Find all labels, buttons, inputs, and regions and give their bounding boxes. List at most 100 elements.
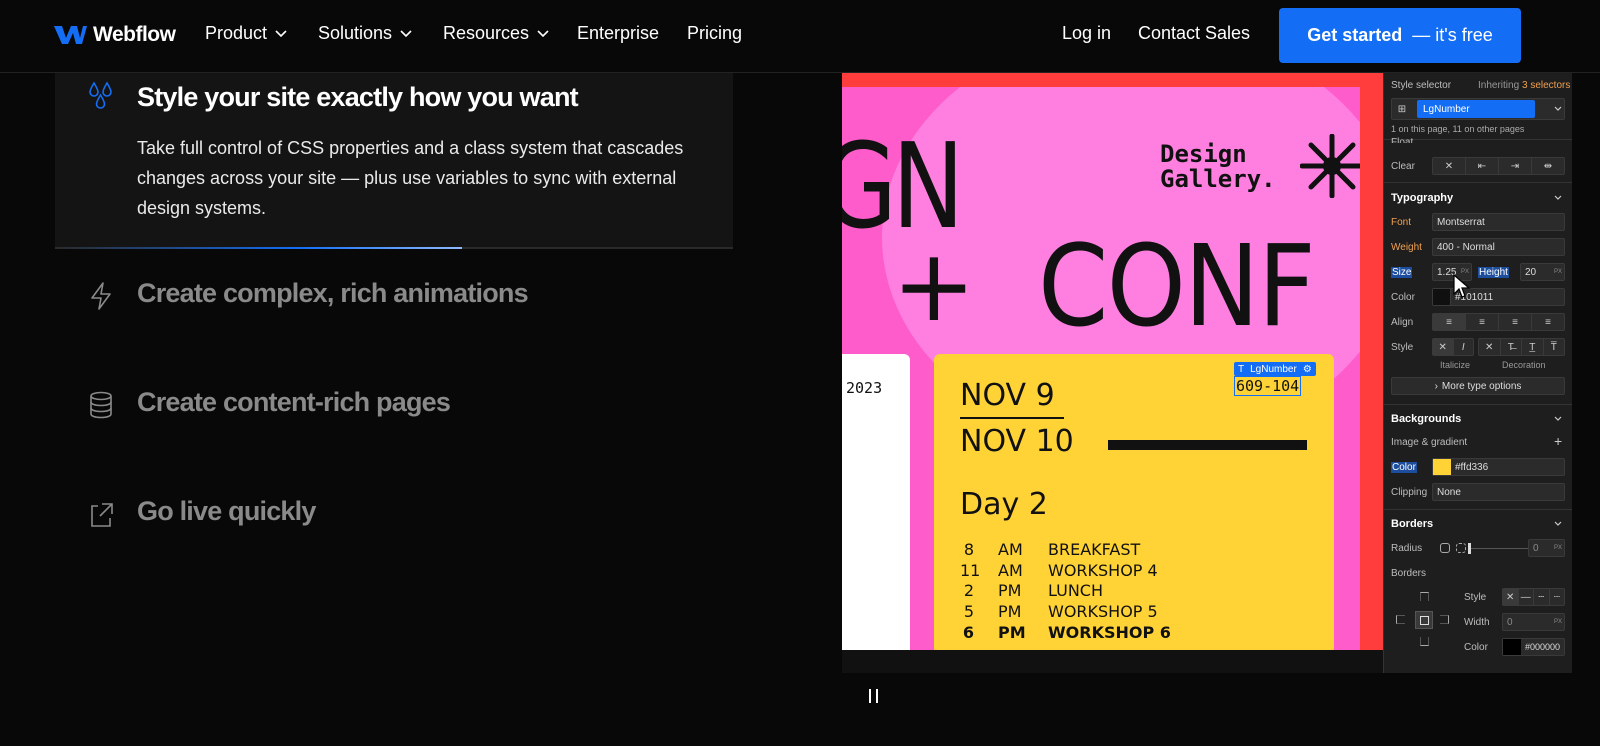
radius-slider-track[interactable] [1468, 548, 1528, 549]
border-width-unit: PX [1553, 619, 1562, 625]
feature-title-animations[interactable]: Create complex, rich animations [137, 278, 529, 309]
clear-both-option[interactable]: ⇹ [1532, 158, 1564, 174]
external-link-icon [91, 503, 113, 527]
schedule-ampm: PM [998, 622, 1026, 642]
border-none-icon[interactable]: ✕ [1503, 589, 1519, 605]
clear-right-option[interactable]: ⇥ [1499, 158, 1532, 174]
decoration-none-icon[interactable]: ✕ [1479, 339, 1501, 355]
font-value: Montserrat [1437, 216, 1485, 228]
italic-none-icon[interactable]: ✕ [1433, 339, 1454, 355]
radius-input[interactable]: 0 PX [1528, 539, 1565, 557]
border-style-label: Style [1464, 592, 1487, 603]
lightning-icon [91, 282, 111, 310]
size-label: Size [1391, 267, 1413, 278]
pause-icon[interactable] [867, 687, 881, 705]
border-right-icon[interactable] [1440, 615, 1449, 624]
nav-product[interactable]: Product [205, 23, 287, 44]
clear-left-option[interactable]: ⇤ [1466, 158, 1499, 174]
text-color-label: Color [1391, 292, 1415, 303]
schedule-row: 11 AM WORKSHOP 4 [960, 561, 1171, 582]
radius-all-icon[interactable] [1440, 543, 1450, 553]
radius-unit: PX [1553, 545, 1562, 551]
align-left-icon[interactable]: ≡ [1433, 314, 1466, 330]
feature-demo-video[interactable]: GN + CONF Design Gallery. 2023 NOV 9 [842, 73, 1572, 673]
schedule-event: WORKSHOP 4 [1048, 560, 1158, 580]
radius-slider-handle[interactable] [1468, 543, 1471, 554]
bg-color-field[interactable]: #ffd336 [1432, 458, 1565, 476]
border-style-control[interactable]: ✕ — ┄ ┈ [1502, 588, 1565, 606]
border-color-field[interactable]: #000000 [1502, 638, 1565, 656]
schedule-hour: 5 [963, 602, 974, 622]
clear-control[interactable]: ✕ ⇤ ⇥ ⇹ [1432, 157, 1565, 175]
nav-enterprise[interactable]: Enterprise [577, 23, 659, 44]
schedule-event: BREAKFAST [1048, 540, 1141, 559]
login-link[interactable]: Log in [1062, 23, 1111, 44]
align-control[interactable]: ≡ ≡ ≡ ≡ [1432, 313, 1565, 331]
nav-resources[interactable]: Resources [443, 23, 549, 44]
poster-white-card: 2023 [842, 354, 910, 650]
strikethrough-icon[interactable]: T̶ [1501, 339, 1522, 355]
border-top-icon[interactable] [1420, 592, 1429, 601]
schedule-hour: 11 [960, 560, 981, 580]
schedule-event: WORKSHOP 6 [1048, 622, 1171, 642]
selector-chip[interactable]: LgNumber [1417, 100, 1535, 118]
borders-section-title[interactable]: Borders [1391, 518, 1433, 530]
feature-title-go-live[interactable]: Go live quickly [137, 496, 316, 527]
align-center-icon[interactable]: ≡ [1466, 314, 1499, 330]
cta-bold-label: Get started [1307, 25, 1403, 45]
border-left-icon[interactable] [1396, 615, 1405, 624]
italic-control[interactable]: ✕ I [1432, 338, 1474, 356]
poster-headline-plus: + [892, 227, 976, 344]
poster-thick-rule [1108, 440, 1307, 450]
backgrounds-section-title[interactable]: Backgrounds [1391, 413, 1461, 425]
italic-icon[interactable]: I [1454, 339, 1474, 355]
schedule-row: 5 PM WORKSHOP 5 [960, 602, 1171, 623]
weight-select[interactable]: 400 - Normal [1432, 238, 1565, 256]
inheriting-count[interactable]: 3 selectors [1522, 80, 1570, 91]
image-gradient-label: Image & gradient [1391, 437, 1468, 448]
selected-element: 609-104 [1234, 376, 1302, 396]
mouse-cursor-icon [1453, 274, 1471, 298]
more-type-options-button[interactable]: › More type options [1391, 377, 1565, 395]
text-type-icon: T [1238, 363, 1245, 375]
nav-pricing[interactable]: Pricing [687, 23, 742, 44]
divider [1384, 404, 1572, 405]
border-bottom-icon[interactable] [1420, 637, 1429, 646]
border-color-swatch [1503, 639, 1521, 655]
poster-headline-2: CONF [1038, 222, 1316, 352]
align-justify-icon[interactable]: ≡ [1532, 314, 1564, 330]
overline-icon[interactable]: T̅ [1544, 339, 1565, 355]
border-width-value: 0 [1507, 616, 1513, 628]
border-dotted-icon[interactable]: ┈ [1550, 589, 1565, 605]
align-label: Align [1391, 317, 1414, 328]
line-height-input[interactable]: 20 PX [1520, 263, 1565, 281]
typography-section-title[interactable]: Typography [1391, 192, 1453, 204]
text-color-field[interactable]: #101011 [1432, 288, 1565, 306]
radius-individual-icon[interactable] [1456, 543, 1466, 553]
border-width-input[interactable]: 0 PX [1502, 613, 1565, 631]
nav-resources-label: Resources [443, 23, 530, 43]
border-dashed-icon[interactable]: ┄ [1534, 589, 1550, 605]
border-solid-icon[interactable]: — [1519, 589, 1534, 605]
feature-title-content[interactable]: Create content-rich pages [137, 387, 451, 418]
date-underline [960, 417, 1064, 419]
get-started-button[interactable]: Get started — it's free [1279, 8, 1521, 63]
webflow-logo[interactable]: Webflow [54, 22, 176, 48]
clear-label: Clear [1391, 161, 1415, 172]
add-icon[interactable]: + [1554, 433, 1562, 449]
nav-solutions[interactable]: Solutions [318, 23, 412, 44]
italicize-caption: Italicize [1440, 360, 1471, 370]
font-select[interactable]: Montserrat [1432, 213, 1565, 231]
underline-icon[interactable]: T̲ [1522, 339, 1544, 355]
align-right-icon[interactable]: ≡ [1499, 314, 1532, 330]
selector-icon: ⊞ [1397, 103, 1407, 115]
clear-none-option[interactable]: ✕ [1433, 158, 1466, 174]
border-all-icon[interactable] [1415, 611, 1433, 629]
weight-value: 400 - Normal [1437, 241, 1495, 253]
schedule-ampm: AM [998, 560, 1023, 580]
clipping-select[interactable]: None [1432, 483, 1565, 501]
contact-sales-link[interactable]: Contact Sales [1138, 23, 1250, 44]
decoration-control[interactable]: ✕ T̶ T̲ T̅ [1478, 338, 1565, 356]
border-color-value: #000000 [1525, 642, 1561, 652]
cta-rest-label: — it's free [1412, 25, 1493, 45]
